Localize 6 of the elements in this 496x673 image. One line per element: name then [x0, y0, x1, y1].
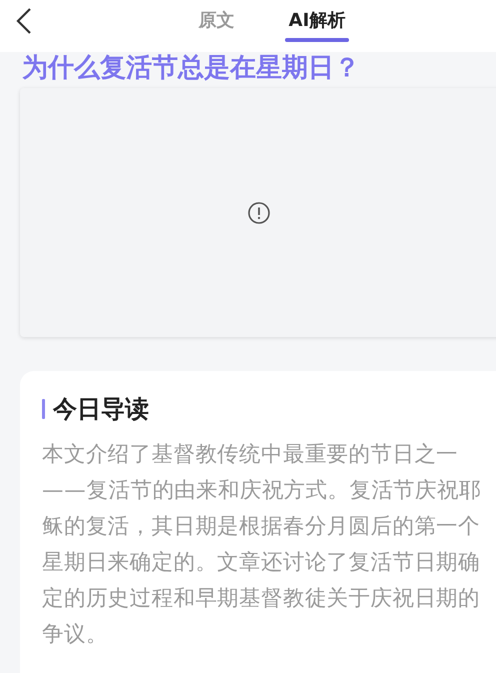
summary-text: 本文介绍了基督教传统中最重要的节日之一——复活节的由来和庆祝方式。复活节庆祝耶稣的复活，其日期是根据春分月圆后的第一个星期日来确定的。文章还讨论了复活节日期确定的历史过程和早期基督教徒关于庆祝日期的争议。 — [42, 441, 482, 649]
tab[interactable]: AI解析 — [284, 0, 350, 46]
section-heading: 今日导读 — [53, 394, 149, 425]
alert-icon — [247, 200, 271, 224]
article-title: 为什么复活节总是在星期日？ — [22, 52, 361, 84]
back-icon[interactable] — [14, 6, 34, 36]
